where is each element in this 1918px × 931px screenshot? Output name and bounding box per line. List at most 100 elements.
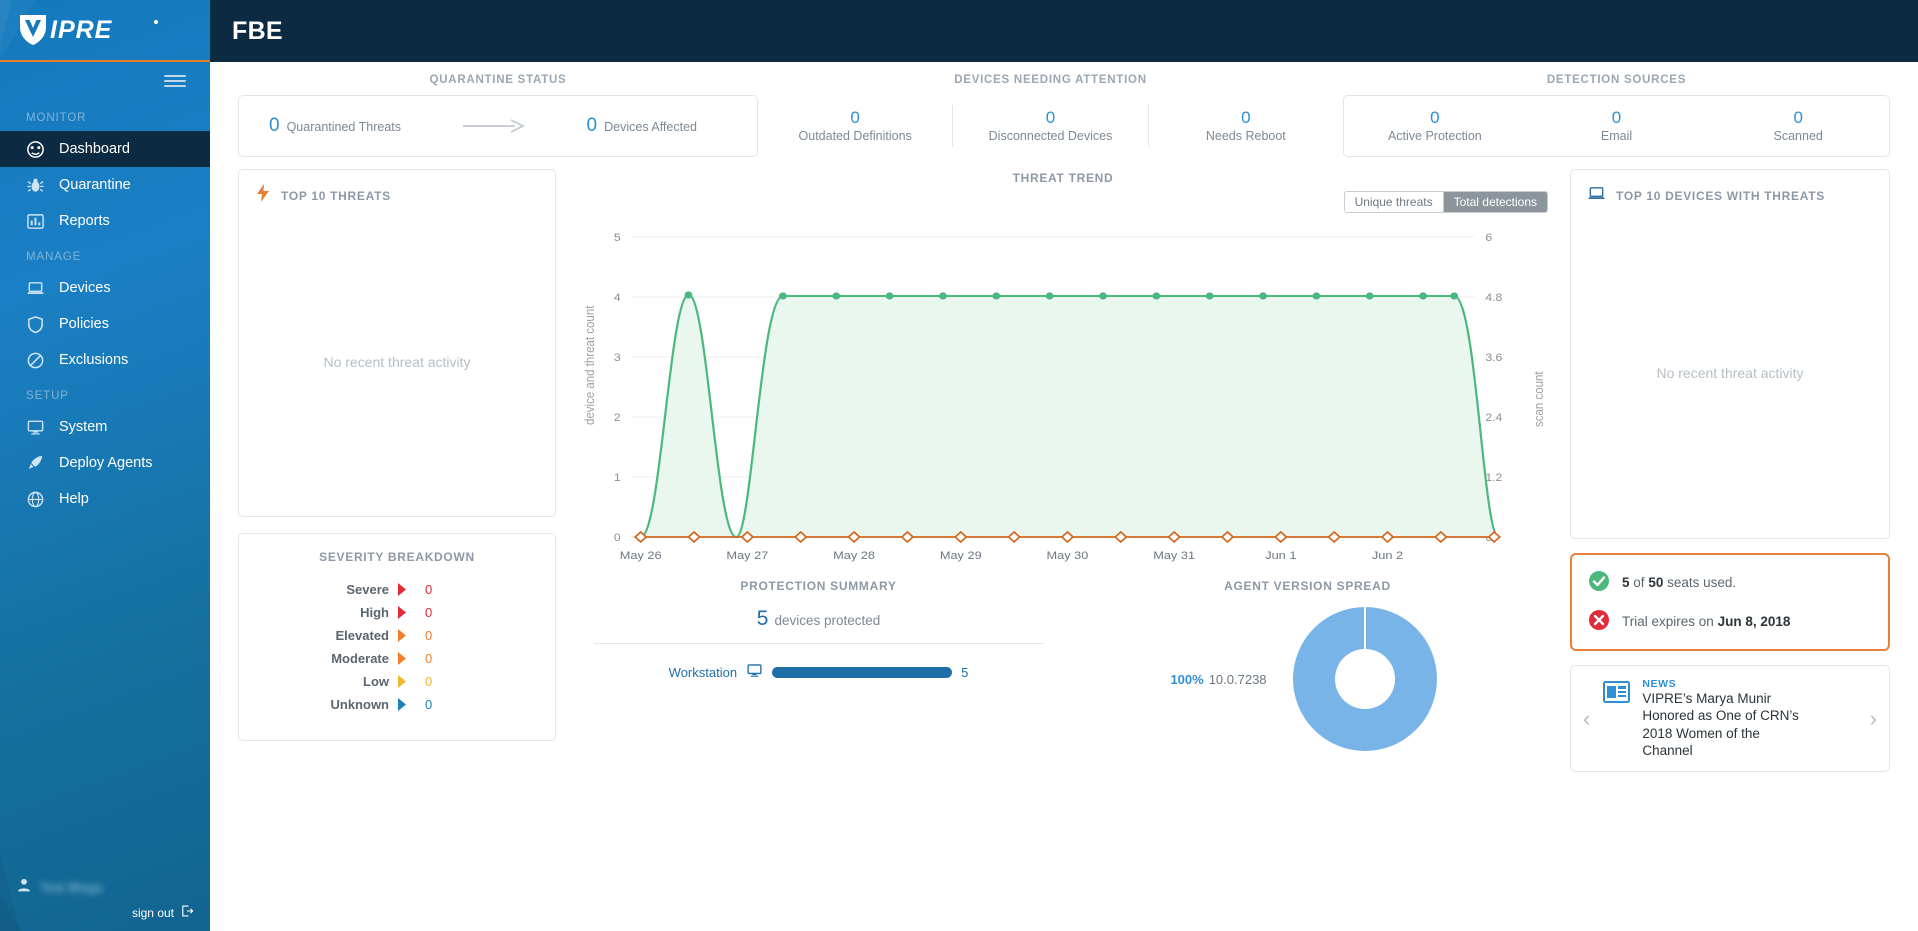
toggle-total-detections[interactable]: Total detections [1443,192,1547,212]
sidebar-item-devices[interactable]: Devices [0,270,210,306]
toggle-unique-threats[interactable]: Unique threats [1344,192,1444,212]
sidebar-item-exclusions[interactable]: Exclusions [0,342,210,378]
devices-affected-label: Devices Affected [604,120,697,135]
severity-value: 0 [425,674,433,689]
devices-protected-label: devices protected [774,613,881,628]
email-detections-stat[interactable]: 0 Email [1526,105,1708,147]
news-item[interactable]: NEWS VIPRE’s Marya Munir Honored as One … [1602,678,1857,759]
news-carousel: ‹ NEWS VIPRE’s Marya Munir Honored as On… [1570,665,1890,773]
sidebar-item-label: Reports [59,213,110,229]
trial-expiry-label: Trial expires on [1622,614,1714,629]
kpi-strip: QUARANTINE STATUS 0 Quarantined Threats [210,62,1918,157]
agent-version-spread-panel: AGENT VERSION SPREAD 100% 10.0.7238 [1063,579,1552,759]
scanned-detections-stat[interactable]: 0 Scanned [1707,105,1889,147]
severity-arrow-icon [398,675,406,688]
quarantine-status-title: QUARANTINE STATUS [429,74,567,86]
svg-text:Jun 1: Jun 1 [1265,549,1296,562]
severity-row-moderate[interactable]: Moderate 0 [239,647,555,670]
needs-reboot-stat[interactable]: 0 Needs Reboot [1149,105,1343,147]
page-title: FBE [232,16,283,45]
trial-expiry-date: Jun 8, 2018 [1717,614,1791,629]
svg-text:May 27: May 27 [726,549,768,562]
threat-trend-toggle[interactable]: Unique threats Total detections [1343,191,1548,213]
devices-needing-attention-title: DEVICES NEEDING ATTENTION [954,74,1147,86]
sidebar-item-label: Quarantine [59,177,131,193]
sidebar-item-policies[interactable]: Policies [0,306,210,342]
agent-version-donut-chart[interactable] [1285,599,1445,759]
news-headline: VIPRE’s Marya Munir Honored as One of CR… [1642,691,1799,758]
trial-expiry-text: Trial expires on Jun 8, 2018 [1622,614,1790,629]
devices-needing-attention-card: DEVICES NEEDING ATTENTION 0 Outdated Def… [758,74,1343,157]
sidebar-item-system[interactable]: System [0,409,210,445]
devices-affected-stat[interactable]: 0 Devices Affected [569,105,757,147]
active-protection-label: Active Protection [1387,128,1482,143]
dashboard-content: QUARANTINE STATUS 0 Quarantined Threats [210,62,1918,931]
sign-out-button[interactable]: sign out [16,900,194,921]
laptop-icon [1587,184,1606,208]
quarantined-threats-label: Quarantined Threats [286,120,402,135]
severity-row-severe[interactable]: Severe 0 [239,578,555,601]
quarantined-threats-stat[interactable]: 0 Quarantined Threats [239,105,419,147]
svg-text:0: 0 [614,532,621,544]
user-account[interactable]: Test Blogs [16,874,194,900]
agent-version-spread-title: AGENT VERSION SPREAD [1224,579,1391,593]
top-devices-header: TOP 10 DEVICES WITH THREATS [1571,170,1889,208]
devices-affected-value: 0 [586,115,598,137]
dashboard-grid: TOP 10 THREATS No recent threat activity… [210,157,1918,930]
globe-icon [26,490,45,509]
sign-out-icon [180,904,194,921]
svg-text:3.6: 3.6 [1485,352,1502,364]
disconnected-devices-stat[interactable]: 0 Disconnected Devices [953,105,1149,147]
sidebar-item-reports[interactable]: Reports [0,203,210,239]
news-kicker: NEWS [1642,678,1677,690]
lightning-bolt-icon [255,184,271,207]
top-threats-panel: TOP 10 THREATS No recent threat activity [238,169,556,517]
sidebar-section-monitor: MONITOR [26,112,87,124]
protection-row-workstation[interactable]: Workstation 5 [668,644,968,682]
svg-text:1: 1 [614,472,621,484]
active-protection-stat[interactable]: 0 Active Protection [1344,105,1526,147]
top-devices-title: TOP 10 DEVICES WITH THREATS [1616,189,1825,203]
vipre-logo-icon: IPRE [20,15,158,45]
flow-arrow-icon [419,119,569,133]
hamburger-line [164,84,186,88]
svg-text:5: 5 [614,232,621,244]
svg-text:May 31: May 31 [1153,549,1195,562]
error-circle-icon [1588,609,1610,634]
severity-label: Moderate [331,651,389,666]
sidebar-item-quarantine[interactable]: Quarantine [0,167,210,203]
svg-text:4.8: 4.8 [1485,292,1502,304]
hamburger-line [164,74,186,78]
news-next-button[interactable]: › [1864,706,1883,732]
agent-version-label: 10.0.7238 [1208,671,1267,687]
severity-value: 0 [425,651,433,666]
severity-row-unknown[interactable]: Unknown 0 [239,693,555,716]
severity-row-low[interactable]: Low 0 [239,670,555,693]
top-threats-header: TOP 10 THREATS [239,170,555,207]
top-threats-title: TOP 10 THREATS [281,188,391,203]
sidebar-item-dashboard[interactable]: Dashboard [0,131,210,167]
sidebar-item-deploy-agents[interactable]: Deploy Agents [0,445,210,481]
right-column: TOP 10 DEVICES WITH THREATS No recent th… [1570,169,1890,930]
severity-row-high[interactable]: High 0 [239,601,555,624]
quarantined-threats-value: 0 [269,115,280,137]
outdated-definitions-stat[interactable]: 0 Outdated Definitions [758,105,954,147]
chart-y-axis-left-label: device and threat count [582,305,597,425]
severity-row-elevated[interactable]: Elevated 0 [239,624,555,647]
protection-row-label: Workstation [668,664,738,680]
main-area: FBE QUARANTINE STATUS 0 Quarantined Thre… [210,0,1918,931]
vipre-logo[interactable]: IPRE [0,0,210,62]
devices-needing-attention-row: 0 Outdated Definitions 0 Disconnected De… [758,95,1343,157]
license-status-panel: 5 of 50 seats used. Trial expires on Jun… [1570,553,1890,651]
svg-text:3: 3 [614,352,621,364]
sidebar-item-help[interactable]: Help [0,481,210,517]
shield-icon [26,315,45,334]
newspaper-icon [1602,678,1632,711]
agent-version-legend: 100% 10.0.7238 [1170,672,1284,687]
detection-sources-box: 0 Active Protection 0 Email 0 Scanned [1343,95,1890,157]
sidebar-toggle-button[interactable] [0,62,210,100]
email-detections-label: Email [1600,128,1633,143]
news-prev-button[interactable]: ‹ [1577,706,1596,732]
check-circle-icon [1588,570,1610,595]
seats-used-mid: of [1633,575,1645,590]
